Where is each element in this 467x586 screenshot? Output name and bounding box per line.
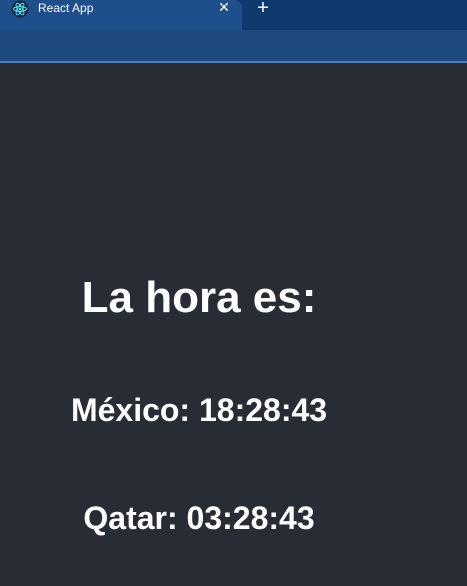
browser-toolbar <box>0 30 467 61</box>
tab-react-app[interactable]: React App ✕ <box>0 0 242 30</box>
tab-strip: React App ✕ + <box>0 0 467 30</box>
time-qatar: Qatar: 03:28:43 <box>83 500 315 536</box>
react-logo-icon <box>11 0 29 18</box>
tab-title: React App <box>38 1 94 15</box>
time-mexico: México: 18:28:43 <box>70 392 328 428</box>
page-title: La hora es: <box>81 273 317 322</box>
close-icon[interactable]: ✕ <box>216 0 232 15</box>
new-tab-button[interactable]: + <box>253 0 273 18</box>
browser-chrome: React App ✕ + <box>0 0 467 63</box>
